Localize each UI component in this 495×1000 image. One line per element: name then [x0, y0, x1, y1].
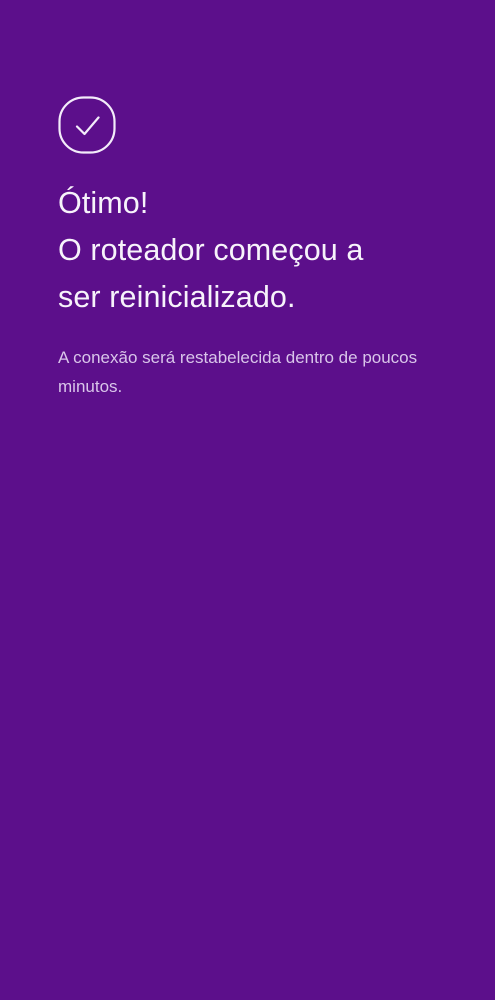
- title-line-3: ser reinicializado.: [58, 280, 296, 314]
- title-line-2: O roteador começou a: [58, 233, 364, 267]
- confirmation-title: Ótimo! O roteador começou a ser reinicia…: [58, 180, 478, 321]
- reconnect-message: A conexão será restabelecida dentro de p…: [58, 348, 418, 396]
- title-line-1: Ótimo!: [58, 186, 149, 220]
- confirmation-screen: Ótimo! O roteador começou a ser reinicia…: [0, 0, 495, 1000]
- check-circle-icon: [58, 96, 116, 154]
